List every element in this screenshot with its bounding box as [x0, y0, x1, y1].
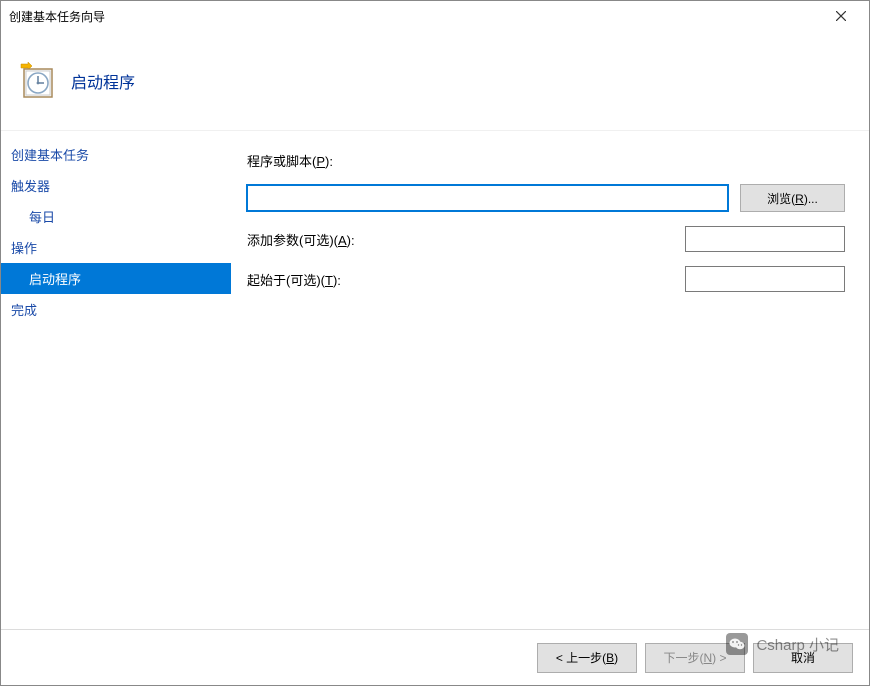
back-button[interactable]: < 上一步(B)	[537, 643, 637, 673]
program-label: 程序或脚本(P):	[247, 151, 377, 170]
task-scheduler-icon	[17, 61, 57, 101]
startin-input[interactable]	[685, 266, 845, 292]
program-input[interactable]	[247, 185, 728, 211]
arguments-input[interactable]	[685, 226, 845, 252]
sidebar-step-4[interactable]: 启动程序	[1, 263, 231, 294]
wizard-footer: < 上一步(B) 下一步(N) > 取消	[1, 629, 869, 685]
browse-button[interactable]: 浏览(R)...	[740, 184, 845, 212]
close-button[interactable]	[821, 2, 861, 30]
sidebar-step-2[interactable]: 每日	[1, 201, 231, 232]
window-title: 创建基本任务向导	[9, 8, 821, 25]
sidebar-step-5[interactable]: 完成	[1, 294, 231, 325]
wizard-window: 创建基本任务向导 启动程序 创建基本任务触发器每日操作启动程序完成 程序或脚本(	[0, 0, 870, 686]
wizard-body: 创建基本任务触发器每日操作启动程序完成 程序或脚本(P): 浏览(R)... 添…	[1, 131, 869, 629]
wizard-header: 启动程序	[1, 31, 869, 131]
arguments-label: 添加参数(可选)(A):	[247, 230, 377, 249]
close-icon	[836, 11, 846, 21]
startin-label: 起始于(可选)(T):	[247, 270, 377, 289]
next-button[interactable]: 下一步(N) >	[645, 643, 745, 673]
titlebar: 创建基本任务向导	[1, 1, 869, 31]
steps-sidebar: 创建基本任务触发器每日操作启动程序完成	[1, 131, 231, 629]
form-panel: 程序或脚本(P): 浏览(R)... 添加参数(可选)(A): 起始于(可选)(…	[231, 131, 869, 629]
sidebar-step-0[interactable]: 创建基本任务	[1, 139, 231, 170]
sidebar-step-3[interactable]: 操作	[1, 232, 231, 263]
sidebar-step-1[interactable]: 触发器	[1, 170, 231, 201]
page-heading: 启动程序	[71, 69, 135, 93]
cancel-button[interactable]: 取消	[753, 643, 853, 673]
